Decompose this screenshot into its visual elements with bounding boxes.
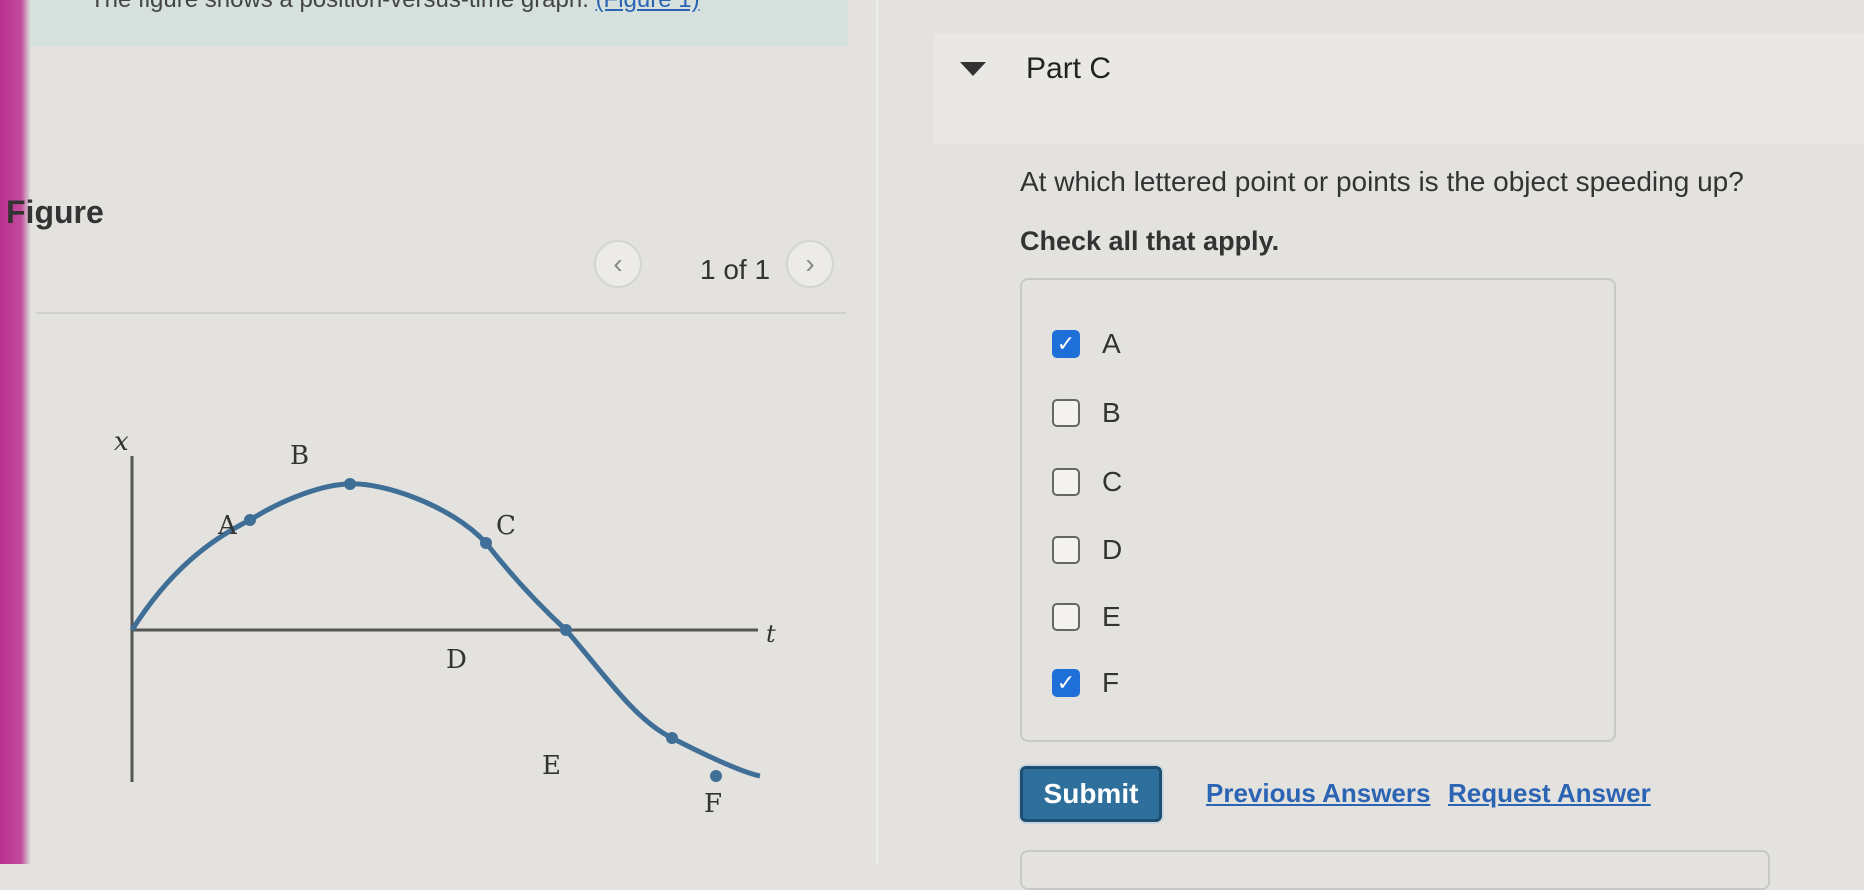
figure-link[interactable]: (Figure 1) bbox=[596, 0, 700, 13]
point-d-label: D bbox=[446, 645, 467, 675]
checkbox-e[interactable] bbox=[1052, 603, 1080, 631]
option-f-label: F bbox=[1102, 667, 1120, 698]
point-e-label: E bbox=[542, 751, 561, 781]
figure-pager-count: 1 of 1 bbox=[700, 254, 771, 285]
point-b-marker bbox=[344, 478, 356, 490]
part-header[interactable] bbox=[934, 34, 1864, 144]
option-b[interactable]: B bbox=[1052, 395, 1121, 431]
previous-answers-link[interactable]: Previous Answers bbox=[1206, 778, 1430, 809]
point-f-marker bbox=[710, 770, 722, 782]
option-a[interactable]: ✓ A bbox=[1052, 326, 1121, 362]
question-text: At which lettered point or points is the… bbox=[1020, 166, 1744, 197]
checkbox-f[interactable]: ✓ bbox=[1052, 669, 1080, 697]
instruction-text: Check all that apply. bbox=[1020, 226, 1280, 256]
option-f[interactable]: ✓ F bbox=[1052, 665, 1119, 701]
point-b-label: B bbox=[290, 441, 309, 471]
figure-divider bbox=[36, 312, 846, 314]
next-figure-button[interactable]: › bbox=[786, 240, 834, 288]
option-c-label: C bbox=[1102, 466, 1123, 497]
feedback-box bbox=[1020, 850, 1770, 890]
point-c-label: C bbox=[496, 511, 516, 541]
point-d-marker bbox=[560, 624, 572, 636]
caret-down-icon[interactable] bbox=[960, 62, 986, 76]
problem-intro: The figure shows a position-versus-time … bbox=[30, 0, 848, 46]
problem-text: The figure shows a position-versus-time … bbox=[90, 0, 589, 13]
checkmark-icon: ✓ bbox=[1056, 670, 1076, 695]
request-answer-link[interactable]: Request Answer bbox=[1448, 778, 1651, 809]
chevron-right-icon: › bbox=[805, 248, 815, 279]
previous-figure-button[interactable]: ‹ bbox=[594, 240, 642, 288]
option-d-label: D bbox=[1102, 534, 1123, 565]
t-axis-label: t bbox=[766, 620, 776, 648]
option-e[interactable]: E bbox=[1052, 599, 1121, 635]
checkbox-a[interactable]: ✓ bbox=[1052, 330, 1080, 358]
option-e-label: E bbox=[1102, 601, 1121, 632]
x-axis-label: x bbox=[114, 427, 129, 457]
checkbox-b[interactable] bbox=[1052, 399, 1080, 427]
point-f-label: F bbox=[704, 789, 722, 819]
figure-title: Figure bbox=[6, 194, 104, 230]
panel-divider bbox=[876, 0, 878, 864]
option-c[interactable]: C bbox=[1052, 464, 1122, 500]
option-b-label: B bbox=[1102, 397, 1121, 428]
checkbox-d[interactable] bbox=[1052, 536, 1080, 564]
option-d[interactable]: D bbox=[1052, 532, 1122, 568]
point-a-marker bbox=[244, 514, 256, 526]
screen-edge bbox=[0, 0, 30, 864]
point-c-marker bbox=[480, 537, 492, 549]
checkmark-icon: ✓ bbox=[1056, 331, 1076, 356]
position-time-graph: x t A B C D E F bbox=[114, 427, 776, 819]
part-title: Part C bbox=[1026, 52, 1112, 85]
point-e-marker bbox=[666, 732, 678, 744]
submit-button[interactable]: Submit bbox=[1020, 766, 1162, 822]
chevron-left-icon: ‹ bbox=[613, 248, 623, 279]
checkbox-c[interactable] bbox=[1052, 468, 1080, 496]
point-a-label: A bbox=[217, 511, 238, 541]
option-a-label: A bbox=[1102, 328, 1121, 359]
